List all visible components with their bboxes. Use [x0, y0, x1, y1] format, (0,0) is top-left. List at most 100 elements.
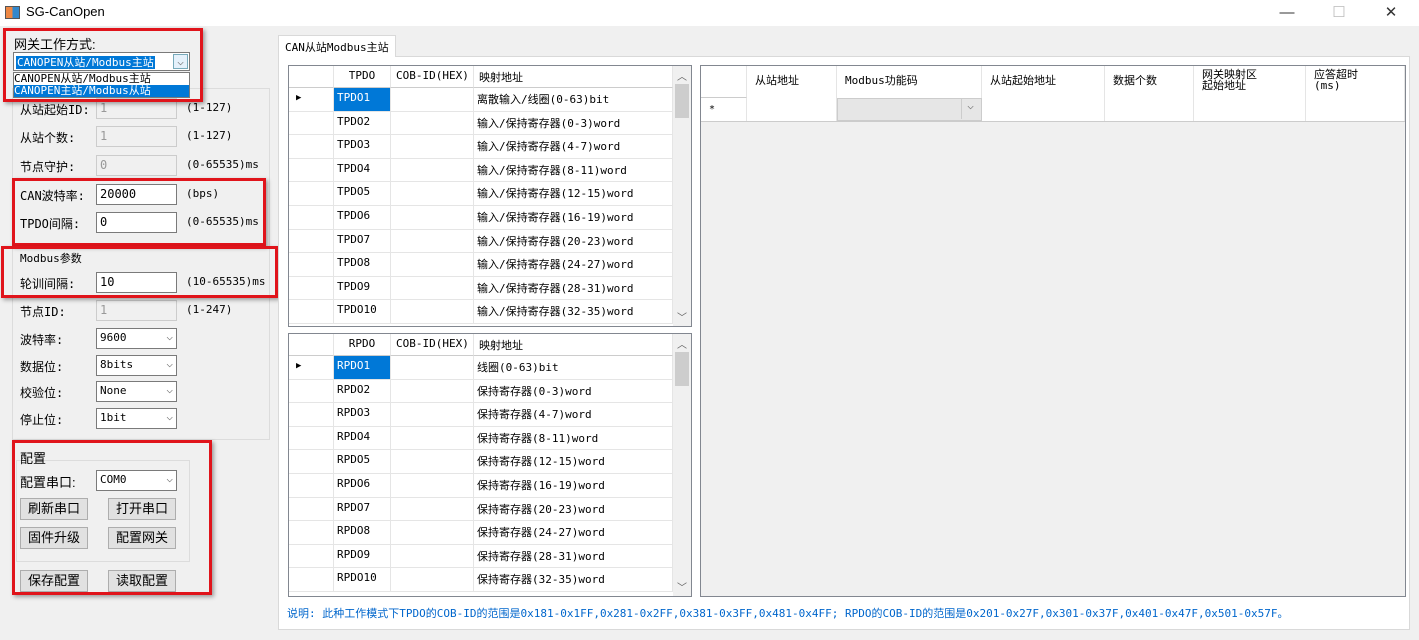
cob-id-cell[interactable]	[391, 135, 474, 158]
cob-id-cell[interactable]	[391, 229, 474, 253]
mapping-address-cell: 保持寄存器(28-31)word	[474, 544, 673, 568]
table-row[interactable]: TPDO5 输入/保持寄存器(12-15)word	[289, 182, 691, 206]
table-row[interactable]: TPDO6 输入/保持寄存器(16-19)word	[289, 206, 691, 230]
column-header[interactable]: Modbus功能码	[837, 66, 982, 98]
table-row[interactable]: ▶ TPDO1 离散输入/线圈(0-63)bit	[289, 88, 691, 112]
table-row[interactable]: RPDO2 保持寄存器(0-3)word	[289, 379, 691, 404]
tpdo-grid[interactable]: TPDO COB-ID(HEX) 映射地址 ▶ TPDO1 离散输入/线圈(0-63)bi…	[288, 65, 692, 327]
cob-id-cell[interactable]	[391, 88, 474, 111]
field-label: 校验位:	[20, 386, 64, 400]
column-header[interactable]: COB-ID(HEX)	[391, 334, 474, 356]
cob-id-cell[interactable]	[391, 521, 474, 544]
table-row[interactable]: TPDO9 输入/保持寄存器(28-31)word	[289, 276, 691, 301]
column-header[interactable]: COB-ID(HEX)	[391, 66, 474, 88]
modbus-mapping-grid[interactable]: 从站地址 Modbus功能码 从站起始地址 数据个数 网关映射区 起始地址 应答超时 (m…	[700, 65, 1406, 597]
table-row[interactable]: TPDO2 输入/保持寄存器(0-3)word	[289, 111, 691, 136]
field-input[interactable]: 0	[96, 155, 177, 176]
field-select[interactable]: 1bit ⌵	[96, 408, 177, 429]
cob-id-cell[interactable]	[391, 158, 474, 182]
grid-cell[interactable]	[1306, 98, 1405, 121]
field-range: (1-127)	[186, 129, 233, 142]
field-input[interactable]: 1	[96, 300, 177, 321]
scrollbar-thumb[interactable]	[675, 84, 689, 118]
grid-cell[interactable]	[982, 98, 1105, 121]
cob-id-cell[interactable]	[391, 474, 474, 497]
scrollbar-thumb[interactable]	[675, 352, 689, 386]
grid-cell[interactable]	[747, 98, 837, 121]
cob-id-cell[interactable]	[391, 182, 474, 205]
vertical-scrollbar[interactable]: ︿ ﹀	[673, 334, 691, 596]
row-indicator-icon	[289, 182, 334, 205]
table-row[interactable]: TPDO8 输入/保持寄存器(24-27)word	[289, 253, 691, 277]
cob-id-cell[interactable]	[391, 356, 474, 379]
chevron-down-icon: ⌵	[166, 330, 173, 343]
row-indicator-icon	[289, 300, 334, 323]
column-header[interactable]: 数据个数	[1105, 66, 1194, 98]
column-header[interactable]: 映射地址	[474, 334, 673, 356]
cob-id-cell[interactable]	[391, 450, 474, 473]
field-input[interactable]: 1	[96, 126, 177, 147]
table-row[interactable]: RPDO3 保持寄存器(4-7)word	[289, 403, 691, 427]
pdo-name-cell: RPDO6	[334, 474, 391, 497]
rpdo-grid[interactable]: RPDO COB-ID(HEX) 映射地址 ▶ RPDO1 线圈(0-63)bit RPDO…	[288, 333, 692, 597]
close-button[interactable]: ✕	[1369, 2, 1413, 24]
highlight-box	[3, 28, 203, 102]
scroll-up-icon[interactable]: ︿	[673, 336, 691, 351]
table-row[interactable]: RPDO9 保持寄存器(28-31)word	[289, 544, 691, 569]
table-row[interactable]: TPDO4 输入/保持寄存器(8-11)word	[289, 158, 691, 183]
field-select[interactable]: None ⌵	[96, 381, 177, 402]
field-select[interactable]: 8bits ⌵	[96, 355, 177, 376]
cob-id-cell[interactable]	[391, 206, 474, 229]
tab-can-slave-modbus-master[interactable]: CAN从站Modbus主站	[278, 35, 396, 57]
table-row[interactable]: TPDO10 输入/保持寄存器(32-35)word	[289, 300, 691, 324]
column-header[interactable]: 从站地址	[747, 66, 837, 98]
table-row[interactable]: RPDO6 保持寄存器(16-19)word	[289, 474, 691, 498]
cob-id-cell[interactable]	[391, 403, 474, 426]
function-code-select[interactable]: ⌵	[837, 98, 982, 121]
grid-cell[interactable]	[1194, 98, 1306, 121]
maximize-button[interactable]: ☐	[1317, 2, 1361, 24]
cob-id-cell[interactable]	[391, 544, 474, 568]
cob-id-cell[interactable]	[391, 276, 474, 300]
minimize-button[interactable]: —	[1265, 2, 1309, 24]
table-row[interactable]: TPDO3 输入/保持寄存器(4-7)word	[289, 135, 691, 159]
column-header[interactable]: RPDO	[334, 334, 391, 356]
pdo-name-cell: RPDO7	[334, 497, 391, 521]
column-header[interactable]: 映射地址	[474, 66, 673, 88]
column-header[interactable]: TPDO	[334, 66, 391, 88]
column-header[interactable]: 网关映射区 起始地址	[1194, 66, 1306, 98]
mapping-address-cell: 保持寄存器(8-11)word	[474, 426, 673, 450]
table-row[interactable]: ▶ RPDO1 线圈(0-63)bit	[289, 356, 691, 380]
table-row[interactable]: TPDO7 输入/保持寄存器(20-23)word	[289, 229, 691, 254]
table-row[interactable]: RPDO10 保持寄存器(32-35)word	[289, 568, 691, 592]
mapping-address-cell: 保持寄存器(24-27)word	[474, 521, 673, 544]
cob-id-cell[interactable]	[391, 300, 474, 323]
table-row[interactable]: RPDO5 保持寄存器(12-15)word	[289, 450, 691, 474]
mapping-address-cell: 输入/保持寄存器(8-11)word	[474, 158, 673, 182]
scroll-down-icon[interactable]: ﹀	[673, 579, 691, 594]
table-row[interactable]: RPDO4 保持寄存器(8-11)word	[289, 426, 691, 451]
row-indicator-icon	[289, 426, 334, 450]
new-row[interactable]: * ⌵	[701, 98, 1405, 122]
select-value: 8bits	[100, 358, 134, 371]
cob-id-cell[interactable]	[391, 426, 474, 450]
cob-id-cell[interactable]	[391, 568, 474, 591]
cob-id-cell[interactable]	[391, 497, 474, 521]
grid-cell[interactable]	[1105, 98, 1194, 121]
cob-id-cell[interactable]	[391, 379, 474, 403]
scroll-up-icon[interactable]: ︿	[673, 68, 691, 83]
table-row[interactable]: RPDO8 保持寄存器(24-27)word	[289, 521, 691, 545]
mapping-address-cell: 保持寄存器(20-23)word	[474, 497, 673, 521]
table-row[interactable]: RPDO7 保持寄存器(20-23)word	[289, 497, 691, 522]
column-header[interactable]: 应答超时 (ms)	[1306, 66, 1405, 98]
vertical-scrollbar[interactable]: ︿ ﹀	[673, 66, 691, 326]
scroll-down-icon[interactable]: ﹀	[673, 309, 691, 324]
cob-id-cell[interactable]	[391, 111, 474, 135]
cob-id-cell[interactable]	[391, 253, 474, 276]
field-select[interactable]: 9600 ⌵	[96, 328, 177, 349]
column-header[interactable]: 从站起始地址	[982, 66, 1105, 98]
mapping-address-cell: 输入/保持寄存器(20-23)word	[474, 229, 673, 253]
mapping-address-cell: 输入/保持寄存器(4-7)word	[474, 135, 673, 158]
title-bar: SG-CanOpen — ☐ ✕	[0, 0, 1419, 26]
app-icon	[5, 6, 20, 19]
